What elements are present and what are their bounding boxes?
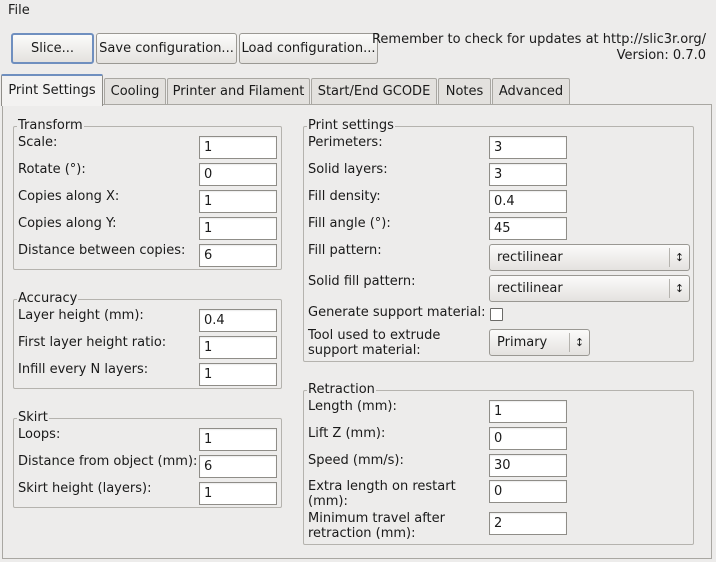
load-configuration-button[interactable]: Load configuration...	[239, 33, 378, 64]
support-extruder-select[interactable]: Primary ↕	[489, 329, 590, 356]
version-text: Version: 0.7.0	[616, 48, 706, 63]
layer-height-label: Layer height (mm):	[18, 308, 144, 323]
updown-chevron-icon: ↕	[669, 279, 689, 298]
menu-bar: File	[0, 0, 716, 24]
solid-fill-pattern-label: Solid fill pattern:	[308, 274, 416, 289]
perimeters-label: Perimeters:	[308, 135, 383, 150]
lift-z-label: Lift Z (mm):	[308, 426, 386, 441]
scale-input[interactable]	[199, 136, 277, 159]
min-travel-input[interactable]	[489, 512, 567, 535]
skirt-group: Skirt Loops: Distance from object (mm): …	[13, 411, 282, 508]
retraction-speed-label: Speed (mm/s):	[308, 453, 404, 468]
fill-angle-input[interactable]	[489, 217, 567, 240]
menu-file[interactable]: File	[8, 3, 30, 18]
tab-advanced[interactable]: Advanced	[492, 78, 570, 105]
tab-cooling[interactable]: Cooling	[104, 78, 166, 105]
skirt-group-title: Skirt	[17, 410, 49, 425]
copies-y-input[interactable]	[199, 217, 277, 240]
extra-length-input[interactable]	[489, 480, 567, 503]
copies-x-input[interactable]	[199, 190, 277, 213]
skirt-height-input[interactable]	[199, 482, 277, 505]
fill-pattern-label: Fill pattern:	[308, 243, 382, 258]
accuracy-group-title: Accuracy	[17, 291, 79, 306]
retraction-group-title: Retraction	[307, 382, 376, 397]
tab-printer-and-filament[interactable]: Printer and Filament	[167, 78, 310, 105]
fill-density-input[interactable]	[489, 190, 567, 213]
solid-layers-label: Solid layers:	[308, 162, 388, 177]
skirt-distance-input[interactable]	[199, 455, 277, 478]
layer-height-input[interactable]	[199, 309, 277, 332]
fill-pattern-select[interactable]: rectilinear ↕	[489, 244, 690, 271]
support-extruder-label: Tool used to extrude support material:	[308, 328, 441, 358]
scale-label: Scale:	[18, 135, 58, 150]
update-notice: Remember to check for updates at http://…	[372, 32, 706, 64]
skirt-loops-input[interactable]	[199, 428, 277, 451]
lift-z-input[interactable]	[489, 427, 567, 450]
fill-angle-label: Fill angle (°):	[308, 216, 391, 231]
transform-group: Transform Scale: Rotate (°): Copies alon…	[13, 119, 282, 270]
first-layer-ratio-label: First layer height ratio:	[18, 335, 167, 350]
retraction-speed-input[interactable]	[489, 454, 567, 477]
distance-copies-input[interactable]	[199, 244, 277, 267]
skirt-height-label: Skirt height (layers):	[18, 481, 152, 496]
support-extruder-value: Primary	[497, 335, 548, 350]
solid-fill-pattern-select[interactable]: rectilinear ↕	[489, 275, 690, 302]
accuracy-group: Accuracy Layer height (mm): First layer …	[13, 292, 282, 389]
skirt-distance-label: Distance from object (mm):	[18, 454, 198, 469]
update-url-text: Remember to check for updates at http://…	[371, 32, 706, 47]
updown-chevron-icon: ↕	[569, 333, 589, 352]
support-material-label: Generate support material:	[308, 305, 486, 320]
rotate-label: Rotate (°):	[18, 162, 86, 177]
tab-print-settings[interactable]: Print Settings	[1, 74, 103, 106]
copies-y-label: Copies along Y:	[18, 216, 117, 231]
infill-every-input[interactable]	[199, 363, 277, 386]
fill-density-label: Fill density:	[308, 189, 381, 204]
min-travel-label: Minimum travel after retraction (mm):	[308, 511, 445, 541]
print-settings-group-title: Print settings	[307, 118, 395, 133]
retraction-length-label: Length (mm):	[308, 399, 397, 414]
skirt-loops-label: Loops:	[18, 427, 61, 442]
first-layer-ratio-input[interactable]	[199, 336, 277, 359]
updown-chevron-icon: ↕	[669, 248, 689, 267]
rotate-input[interactable]	[199, 163, 277, 186]
distance-copies-label: Distance between copies:	[18, 243, 186, 258]
fill-pattern-value: rectilinear	[497, 250, 563, 265]
tab-bar: Print Settings Cooling Printer and Filam…	[0, 74, 716, 106]
perimeters-input[interactable]	[489, 136, 567, 159]
infill-every-label: Infill every N layers:	[18, 362, 149, 377]
tab-start-end-gcode[interactable]: Start/End GCODE	[311, 78, 437, 105]
tab-notes[interactable]: Notes	[438, 78, 491, 105]
support-material-checkbox[interactable]	[490, 308, 503, 321]
copies-x-label: Copies along X:	[18, 189, 120, 204]
retraction-group: Retraction Length (mm): Lift Z (mm): Spe…	[303, 383, 694, 545]
solid-fill-pattern-value: rectilinear	[497, 281, 563, 296]
print-settings-group: Print settings Perimeters: Solid layers:…	[303, 119, 694, 362]
extra-length-label: Extra length on restart (mm):	[308, 479, 456, 509]
retraction-length-input[interactable]	[489, 400, 567, 423]
slice-button[interactable]: Slice...	[11, 33, 94, 64]
solid-layers-input[interactable]	[489, 163, 567, 186]
transform-group-title: Transform	[17, 118, 84, 133]
save-configuration-button[interactable]: Save configuration...	[96, 33, 237, 64]
